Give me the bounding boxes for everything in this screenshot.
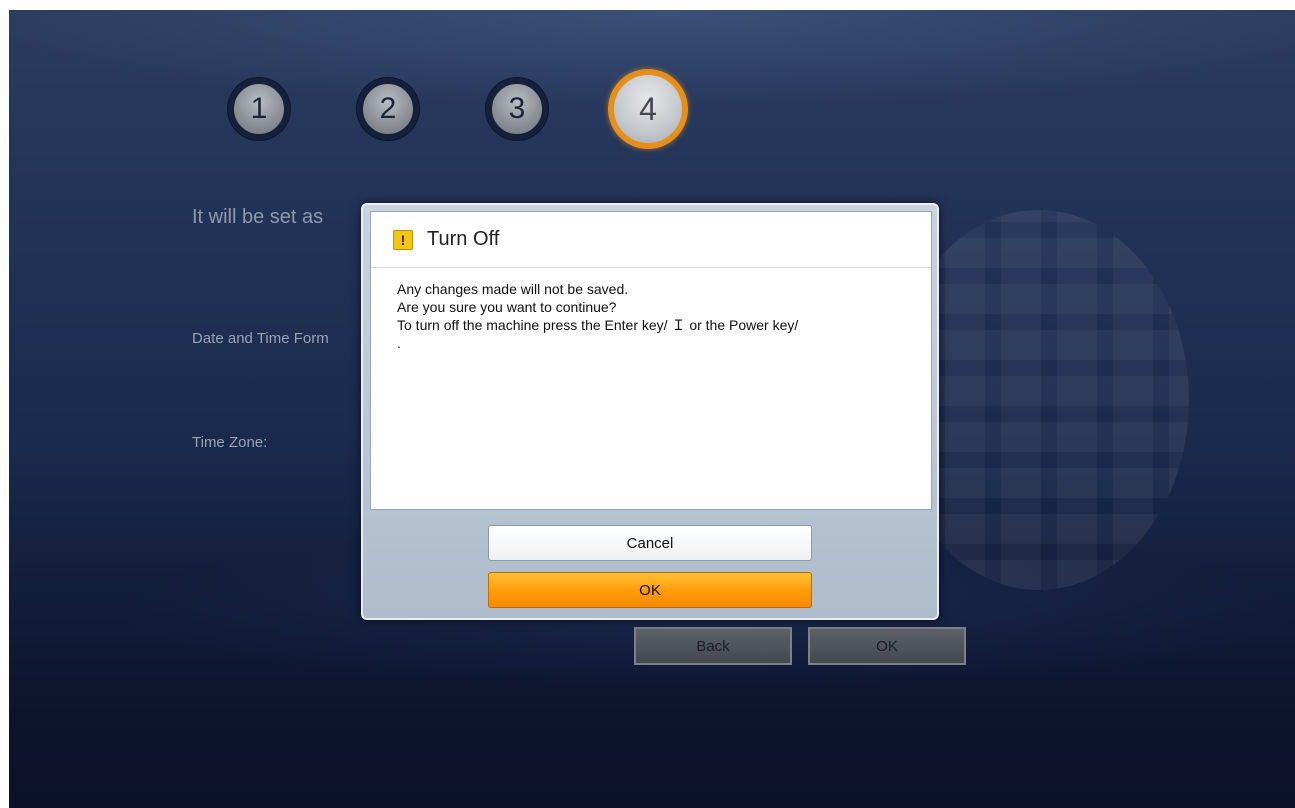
step-2-indicator[interactable]: 2: [357, 78, 419, 140]
time-zone-label: Time Zone:: [192, 434, 268, 451]
dialog-message: Any changes made will not be saved. Are …: [371, 268, 931, 352]
message-line-4: .: [397, 335, 401, 351]
dialog-ok-button[interactable]: OK: [488, 572, 812, 608]
dialog-title: Turn Off: [427, 228, 500, 250]
message-line-2: Are you sure you want to continue?: [397, 299, 617, 315]
dialog-content: ! Turn Off Any changes made will not be …: [370, 211, 932, 510]
turn-off-dialog: ! Turn Off Any changes made will not be …: [361, 203, 939, 620]
page-heading: It will be set as: [192, 206, 324, 228]
date-time-format-label: Date and Time Form: [192, 330, 329, 347]
ok-button[interactable]: OK: [808, 627, 966, 665]
step-4-indicator-active[interactable]: 4: [608, 69, 688, 149]
cancel-button[interactable]: Cancel: [488, 525, 812, 561]
warning-icon: !: [393, 229, 413, 250]
step-3-indicator[interactable]: 3: [486, 78, 548, 140]
message-line-1: Any changes made will not be saved.: [397, 281, 629, 297]
message-line-3: To turn off the machine press the Enter …: [397, 317, 799, 333]
back-button[interactable]: Back: [634, 627, 792, 665]
step-1-indicator[interactable]: 1: [228, 78, 290, 140]
dialog-header: ! Turn Off: [371, 212, 931, 268]
